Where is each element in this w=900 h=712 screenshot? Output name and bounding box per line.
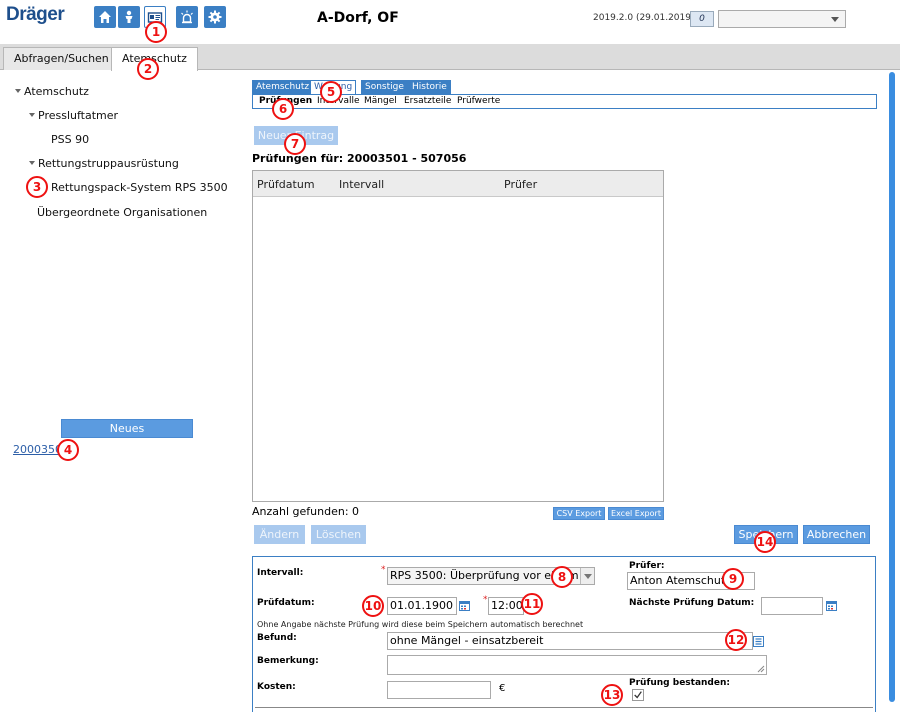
- list-icon[interactable]: [753, 636, 764, 647]
- home-icon: [99, 11, 111, 23]
- tree-node-label: Übergeordnete Organisationen: [37, 206, 208, 219]
- column-header-intervall[interactable]: Intervall: [339, 178, 384, 191]
- excel-export-button[interactable]: Excel Export: [608, 507, 664, 520]
- subtab-historie[interactable]: Historie: [408, 80, 451, 94]
- annotation-badge: 3: [26, 176, 48, 198]
- calendar-icon[interactable]: [826, 600, 837, 611]
- page-title: A-Dorf, OF: [317, 10, 399, 26]
- annotation-badge: 1: [145, 21, 167, 43]
- alarm-button[interactable]: [176, 6, 198, 28]
- subtab-atemschutz[interactable]: Atemschutz: [252, 80, 314, 94]
- person-icon: [125, 10, 133, 23]
- next-date-hint: Ohne Angabe nächste Prüfung wird diese b…: [257, 620, 584, 629]
- tree-node-label: PSS 90: [51, 133, 90, 146]
- subnav-ersatzteile[interactable]: Ersatzteile: [404, 96, 451, 106]
- maintenance-subnav: Prüfungen Intervalle Mängel Ersatzteile …: [252, 94, 877, 109]
- tree-node-label: Pressluftatmer: [38, 109, 119, 122]
- annotation-badge: 13: [601, 684, 623, 706]
- tab-abfragen-suchen[interactable]: Abfragen/Suchen: [3, 47, 120, 70]
- person-button[interactable]: [118, 6, 140, 28]
- finding-label: Befund:: [257, 633, 297, 643]
- calendar-icon[interactable]: [459, 600, 470, 611]
- cost-input[interactable]: [387, 681, 491, 699]
- expand-triangle-icon: [29, 161, 35, 165]
- settings-button[interactable]: [204, 6, 226, 28]
- chevron-down-icon: [831, 17, 839, 22]
- table-header: Prüfdatum Intervall Prüfer: [253, 171, 663, 197]
- section-title: Prüfungen für: 20003501 - 507056: [252, 152, 467, 165]
- home-button[interactable]: [94, 6, 116, 28]
- finding-input[interactable]: ohne Mängel - einsatzbereit: [387, 632, 753, 650]
- annotation-badge: 2: [137, 58, 159, 80]
- required-marker: *: [381, 565, 386, 575]
- cancel-button[interactable]: Abbrechen: [803, 525, 870, 544]
- annotation-badge: 6: [272, 98, 294, 120]
- column-header-pruefdatum[interactable]: Prüfdatum: [257, 178, 315, 191]
- expand-triangle-icon: [29, 113, 35, 117]
- inspection-date-input[interactable]: 01.01.1900: [387, 597, 457, 615]
- annotation-badge: 12: [725, 629, 747, 651]
- interval-label: Intervall:: [257, 568, 304, 578]
- delete-button[interactable]: Löschen: [311, 525, 366, 544]
- annotation-badge: 7: [284, 133, 306, 155]
- subtab-sonstige[interactable]: Sonstige: [361, 80, 408, 94]
- drager-logo: Dräger: [6, 4, 65, 25]
- edit-button[interactable]: Ändern: [254, 525, 305, 544]
- message-counter[interactable]: 0: [690, 11, 714, 27]
- inspector-label: Prüfer:: [629, 561, 665, 571]
- expand-triangle-icon: [15, 89, 21, 93]
- annotation-badge: 5: [320, 81, 342, 103]
- passed-checkbox[interactable]: [632, 689, 644, 701]
- device-link[interactable]: 2000350: [13, 443, 62, 456]
- subnav-maengel[interactable]: Mängel: [364, 96, 397, 106]
- tree-node-label: Rettungstruppausrüstung: [38, 157, 179, 170]
- required-marker: *: [483, 595, 488, 605]
- currency-symbol: €: [499, 683, 506, 694]
- inspection-time-input[interactable]: 12:00: [488, 597, 524, 615]
- inspection-date-label: Prüfdatum:: [257, 598, 315, 608]
- chevron-down-icon: [580, 568, 594, 584]
- version-label: 2019.2.0 (29.01.2019): [593, 13, 695, 23]
- annotation-badge: 10: [362, 595, 384, 617]
- checkmark-icon: [634, 691, 642, 699]
- alarm-icon: [181, 10, 193, 24]
- result-count: Anzahl gefunden: 0: [252, 505, 360, 518]
- vertical-scrollbar[interactable]: [889, 72, 895, 702]
- tree-node-pss90[interactable]: PSS 90: [51, 133, 89, 146]
- passed-label: Prüfung bestanden:: [629, 678, 730, 688]
- inspections-table: Prüfdatum Intervall Prüfer: [252, 170, 664, 502]
- app-header: Dräger A-Dorf, OF 2019.2.0 (29.01.2019) …: [0, 0, 900, 44]
- new-breathing-device-button[interactable]: Neues Atemschutzgerät: [61, 419, 193, 453]
- tree-node-pressluftatmer[interactable]: Pressluftatmer: [29, 109, 118, 122]
- cost-label: Kosten:: [257, 682, 296, 692]
- annotation-badge: 8: [551, 566, 573, 588]
- resize-grip-icon[interactable]: [757, 665, 765, 673]
- column-header-pruefer[interactable]: Prüfer: [504, 178, 537, 191]
- remark-textarea[interactable]: [387, 655, 767, 675]
- csv-export-button[interactable]: CSV Export: [553, 507, 605, 520]
- tree-node-atemschutz[interactable]: Atemschutz: [15, 85, 89, 98]
- annotation-badge: 11: [521, 593, 543, 615]
- tree-node-rettungstruppausruestung[interactable]: Rettungstruppausrüstung: [29, 157, 179, 170]
- tree-node-rps3500[interactable]: Rettungspack-System RPS 3500: [51, 181, 228, 194]
- organization-select[interactable]: [718, 10, 846, 28]
- tree-node-uebergeordnete-organisationen[interactable]: Übergeordnete Organisationen: [37, 206, 207, 219]
- main-tab-bar: Abfragen/Suchen Atemschutz: [0, 44, 900, 71]
- annotation-badge: 4: [57, 439, 79, 461]
- tree-node-label: Atemschutz: [24, 85, 89, 98]
- annotation-badge: 14: [754, 531, 776, 553]
- annotation-badge: 9: [722, 568, 744, 590]
- subnav-pruefwerte[interactable]: Prüfwerte: [457, 96, 500, 106]
- tree-node-label: Rettungspack-System RPS 3500: [51, 181, 228, 194]
- form-divider: [255, 707, 873, 708]
- next-date-input[interactable]: [761, 597, 823, 615]
- remark-label: Bemerkung:: [257, 656, 319, 666]
- next-date-label: Nächste Prüfung Datum:: [629, 598, 755, 608]
- gear-icon: [208, 10, 222, 24]
